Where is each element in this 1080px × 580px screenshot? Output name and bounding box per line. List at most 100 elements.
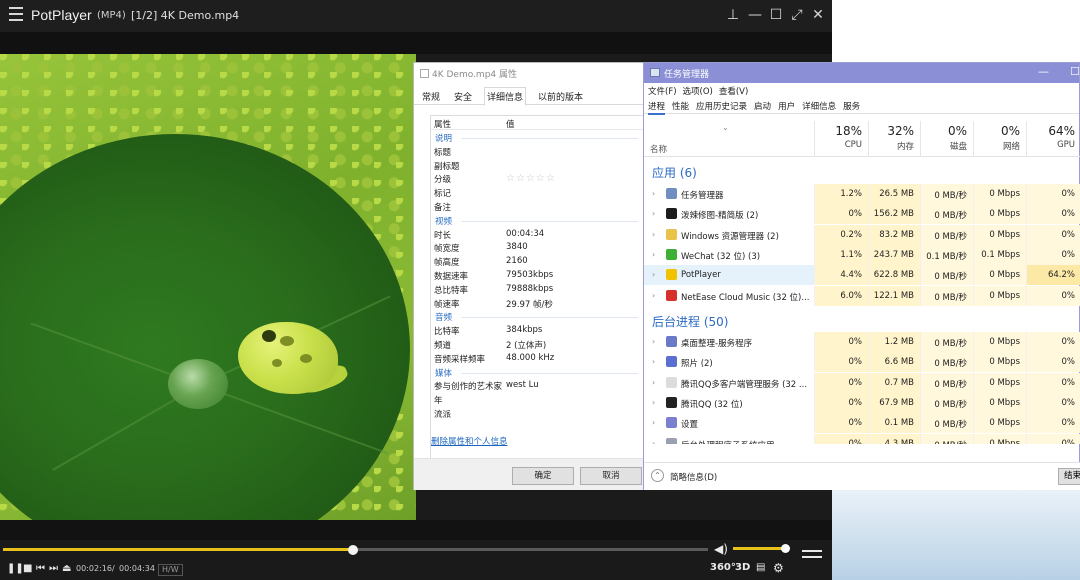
- process-row[interactable]: › 腾讯QQ (32 位) 0% 67.9 MB 0 MB/秒 0 Mbps 0%: [644, 392, 1080, 413]
- column-name[interactable]: 名称: [650, 143, 667, 155]
- remove-properties-link[interactable]: 删除属性和个人信息: [431, 435, 508, 447]
- expand-chevron-icon[interactable]: ›: [652, 189, 655, 198]
- ok-button[interactable]: 确定: [512, 467, 574, 485]
- process-net: 0 Mbps: [973, 332, 1026, 352]
- column-内存[interactable]: 32% 内存: [868, 121, 920, 157]
- volume-icon[interactable]: ◀): [714, 543, 730, 555]
- property-row: 副标题: [431, 158, 644, 172]
- view-360-button[interactable]: 360°: [710, 562, 736, 573]
- pause-icon[interactable]: ❚❚: [7, 563, 24, 575]
- fullscreen-icon[interactable]: ⤢: [788, 6, 806, 24]
- pin-icon[interactable]: ⊥: [724, 6, 742, 24]
- seek-handle[interactable]: [347, 545, 358, 555]
- expand-chevron-icon[interactable]: ›: [652, 357, 655, 366]
- seek-progress: [3, 548, 353, 551]
- expand-chevron-icon[interactable]: ›: [652, 418, 655, 427]
- process-mem: 243.7 MB: [868, 244, 920, 265]
- tab-2[interactable]: 应用历史记录: [696, 102, 747, 112]
- process-row[interactable]: › 桌面整理-服务程序 0% 1.2 MB 0 MB/秒 0 Mbps 0%: [644, 332, 1080, 352]
- chapter-icon[interactable]: ▤: [756, 562, 765, 573]
- close-icon[interactable]: ✕: [809, 6, 827, 24]
- maximize-icon[interactable]: ☐: [1070, 65, 1080, 78]
- process-row[interactable]: › WeChat (32 位) (3) 1.1% 243.7 MB 0.1 MB/秒 0.…: [644, 244, 1080, 265]
- expand-chevron-icon[interactable]: ›: [652, 250, 655, 259]
- process-row[interactable]: › 照片 (2) 0% 6.6 MB 0 MB/秒 0 Mbps 0%: [644, 352, 1080, 373]
- column-label: 内存: [896, 142, 914, 152]
- fewer-details-button[interactable]: 简略信息(D): [670, 471, 717, 483]
- property-key: 音频: [435, 313, 453, 324]
- details-list: 属性 值 说明 标题 副标题 分级 ☆☆☆☆☆ 标记 备注 视频 时长 00:04:34 帧宽度 38…: [430, 115, 644, 487]
- column-value[interactable]: 值: [506, 118, 515, 130]
- process-mem: 1.2 MB: [868, 332, 920, 352]
- process-disk: 0.1 MB/秒: [920, 244, 973, 265]
- expand-chevron-icon[interactable]: ›: [652, 337, 655, 346]
- volume-slider[interactable]: [733, 544, 790, 553]
- chevron-up-icon[interactable]: ⌃: [651, 469, 664, 482]
- process-row[interactable]: › PotPlayer 4.4% 622.8 MB 0 MB/秒 0 Mbps 64.2%: [644, 265, 1080, 286]
- view-3d-button[interactable]: 3D: [735, 562, 750, 573]
- column-property[interactable]: 属性: [434, 118, 451, 130]
- expand-chevron-icon[interactable]: ›: [652, 291, 655, 300]
- section-header: 视频: [431, 213, 644, 227]
- process-cpu: 0.2%: [814, 224, 868, 245]
- tab-1[interactable]: 安全: [452, 88, 474, 105]
- column-percent: 0%: [947, 124, 967, 138]
- process-row[interactable]: › 泼辣修图-精简版 (2) 0% 156.2 MB 0 MB/秒 0 Mbps 0%: [644, 204, 1080, 225]
- column-网络[interactable]: 0% 网络: [973, 121, 1026, 157]
- main-menu-icon[interactable]: [9, 7, 23, 21]
- expand-chevron-icon[interactable]: ›: [652, 378, 655, 387]
- expand-chevron-icon[interactable]: ›: [652, 270, 655, 279]
- property-row: 参与创作的艺术家 west Lu: [431, 378, 644, 392]
- column-磁盘[interactable]: 0% 磁盘: [920, 121, 973, 157]
- expand-chevron-icon[interactable]: ›: [652, 439, 655, 445]
- previous-icon[interactable]: ⏮: [36, 563, 45, 575]
- tab-3[interactable]: 以前的版本: [536, 88, 585, 105]
- minimize-icon[interactable]: —: [1038, 65, 1049, 78]
- hw-decode-badge[interactable]: H/W: [158, 564, 183, 576]
- menu-item[interactable]: 查看(V): [719, 87, 748, 97]
- tab-5[interactable]: 详细信息: [802, 102, 836, 112]
- tab-6[interactable]: 服务: [843, 102, 860, 112]
- process-row[interactable]: › 腾讯QQ多客户端管理服务 (32 ... 0% 0.7 MB 0 MB/秒 0 Mbp…: [644, 372, 1080, 393]
- minimize-icon[interactable]: —: [746, 6, 764, 24]
- file-icon: [420, 69, 429, 78]
- tab-4[interactable]: 用户: [778, 102, 795, 112]
- time-separator: /: [112, 564, 115, 573]
- tab-0[interactable]: 进程: [648, 102, 666, 115]
- rating-stars[interactable]: ☆☆☆☆☆: [506, 173, 556, 184]
- process-row[interactable]: › 设置 0% 0.1 MB 0 MB/秒 0 Mbps 0%: [644, 413, 1080, 434]
- video-frame[interactable]: [0, 54, 416, 520]
- tab-0[interactable]: 常规: [420, 88, 442, 105]
- cancel-button[interactable]: 取消: [580, 467, 642, 485]
- column-gpu[interactable]: 64% GPU: [1026, 121, 1080, 157]
- settings-gear-icon[interactable]: ⚙: [773, 561, 784, 575]
- expand-chevron-icon[interactable]: ›: [652, 209, 655, 218]
- expand-chevron-icon[interactable]: ›: [652, 230, 655, 239]
- process-mem: 83.2 MB: [868, 224, 920, 245]
- process-row[interactable]: ›后台处理程序子系统应用0%4.3 MB0 MB/秒0 Mbps0%: [644, 433, 1080, 445]
- next-icon[interactable]: ⏭: [49, 563, 58, 575]
- tab-1[interactable]: 性能: [672, 102, 689, 112]
- end-task-button[interactable]: 结束: [1058, 468, 1080, 485]
- process-row[interactable]: › 任务管理器 1.2% 26.5 MB 0 MB/秒 0 Mbps 0%: [644, 184, 1080, 204]
- process-name: PotPlayer: [681, 270, 721, 281]
- menu-item[interactable]: 文件(F): [648, 87, 677, 97]
- process-gpu: 0%: [1026, 184, 1080, 204]
- property-key: 数据速率: [434, 271, 469, 282]
- menu-item[interactable]: 选项(O): [683, 87, 713, 97]
- seek-track[interactable]: [3, 545, 708, 555]
- column-cpu[interactable]: 18% CPU: [814, 121, 868, 157]
- maximize-icon[interactable]: ☐: [767, 6, 785, 24]
- file-properties-dialog: 4K Demo.mp4 属性 常规 安全 详细信息 以前的版本 属性 值 说明 标题 副标…: [413, 62, 645, 490]
- tab-3[interactable]: 启动: [754, 102, 771, 112]
- expand-chevron-icon[interactable]: ›: [652, 398, 655, 407]
- process-row[interactable]: › NetEase Cloud Music (32 位)... 6.0% 122.1 …: [644, 285, 1080, 306]
- stop-icon[interactable]: ■: [23, 563, 32, 575]
- tab-2[interactable]: 详细信息: [484, 87, 527, 106]
- seek-bar[interactable]: [0, 540, 832, 558]
- eject-icon[interactable]: ⏏: [62, 563, 71, 575]
- process-row[interactable]: › Windows 资源管理器 (2) 0.2% 83.2 MB 0 MB/秒 0 Mbp…: [644, 224, 1080, 245]
- volume-handle[interactable]: [781, 544, 790, 553]
- property-row: 帧高度 2160: [431, 254, 644, 268]
- control-bar: ❚❚ ■ ⏮ ⏭ ⏏ 00:02:16 / 00:04:34 H/W 360° …: [0, 558, 832, 580]
